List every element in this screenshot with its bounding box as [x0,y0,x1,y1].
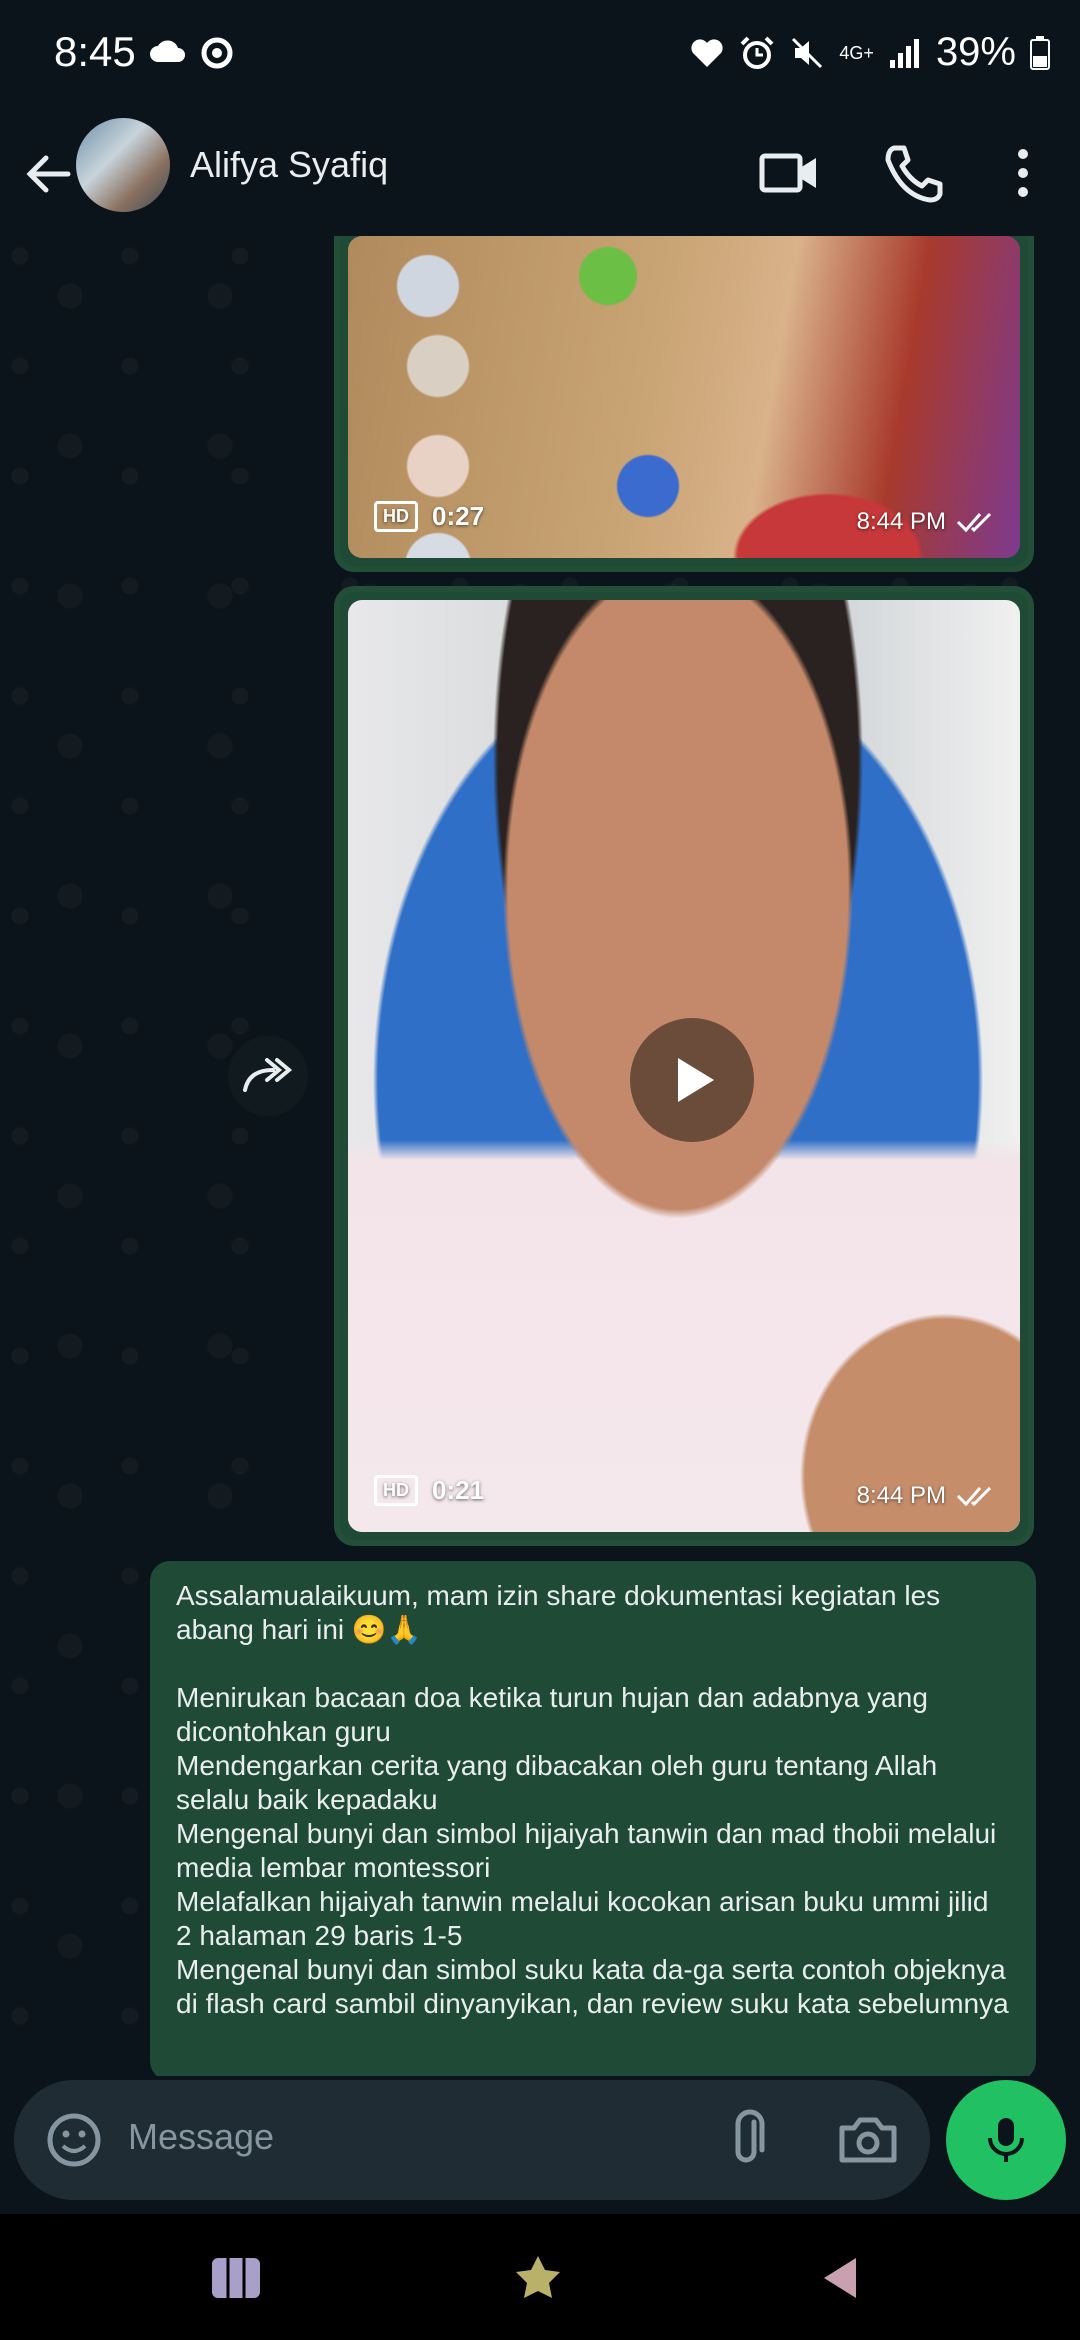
double-check-icon [956,1486,992,1507]
video-info: HD 0:27 [374,501,484,532]
back-arrow-icon[interactable] [18,144,78,204]
chat-header: Alifya Syafiq [0,112,1080,236]
microphone-icon [988,2118,1024,2162]
status-right-icons: 4G+ 39% [689,30,1050,75]
mute-icon [792,37,823,68]
text-message[interactable]: Assalamualaikuum, mam izin share dokumen… [150,1561,1036,2076]
recent-apps-icon[interactable] [206,2252,266,2304]
back-nav-icon[interactable] [812,2252,872,2304]
message-input[interactable]: Message [128,2116,274,2158]
cloud-icon [150,40,185,62]
signal-icon [889,38,919,68]
message-line: Menirukan bacaan doa ketika turun hujan … [176,1682,928,1747]
video-duration: 0:27 [432,501,485,531]
contact-avatar[interactable] [76,118,170,212]
message-line: Mendengarkan cerita yang dibacakan oleh … [176,1750,938,1815]
home-icon[interactable] [508,2252,568,2304]
alarm-icon [740,36,774,69]
hd-badge: HD [374,501,418,532]
message-time: 8:44 PM [856,1482,946,1509]
contact-name[interactable]: Alifya Syafiq [190,144,388,186]
status-left-icons [148,36,234,70]
message-line: Mengenal bunyi dan simbol hijaiyah tanwi… [176,1818,997,1883]
video-info: HD 0:21 [374,1475,484,1506]
forward-button[interactable] [228,1036,308,1116]
chat-area[interactable]: HD 0:27 8:44 PM HD 0:21 8:44 PM Assalamu… [0,236,1080,2076]
camera-icon[interactable] [834,2106,902,2174]
play-icon [678,1058,714,1102]
battery-icon [1030,35,1050,70]
system-nav-bar [0,2214,1080,2340]
forward-icon [243,1058,293,1092]
message-meta: 8:44 PM [857,1482,996,1510]
battery-percent: 39% [935,30,1016,74]
play-button[interactable] [630,1018,754,1142]
video-message[interactable]: HD 0:21 8:44 PM [334,586,1034,1546]
hd-badge: HD [374,1475,418,1506]
video-duration: 0:21 [432,1475,485,1505]
message-composer[interactable]: Message [14,2080,930,2200]
message-line: Melafalkan hijaiyah tanwin melalui kocok… [176,1886,989,1951]
message-greeting: Assalamualaikuum, mam izin share dokumen… [176,1580,941,1645]
attachment-icon[interactable] [714,2106,782,2174]
voice-message-button[interactable] [946,2080,1066,2200]
video-message[interactable]: HD 0:27 8:44 PM [334,236,1034,572]
status-bar: 8:45 4G+ 39% [0,0,1080,112]
more-options-icon[interactable] [990,140,1056,206]
emoji-icon[interactable] [40,2106,108,2174]
message-line: Mengenal bunyi dan simbol suku kata da-g… [176,1954,1009,2019]
network-type: 4G+ [839,42,874,63]
voice-call-icon[interactable] [880,140,946,206]
message-time: 8:44 PM [856,508,946,535]
sync-icon [201,37,233,69]
heart-icon [691,38,724,67]
double-check-icon [956,512,992,533]
video-call-icon[interactable] [756,140,822,206]
status-time: 8:45 [54,28,136,75]
message-meta: 8:44 PM [857,508,996,536]
